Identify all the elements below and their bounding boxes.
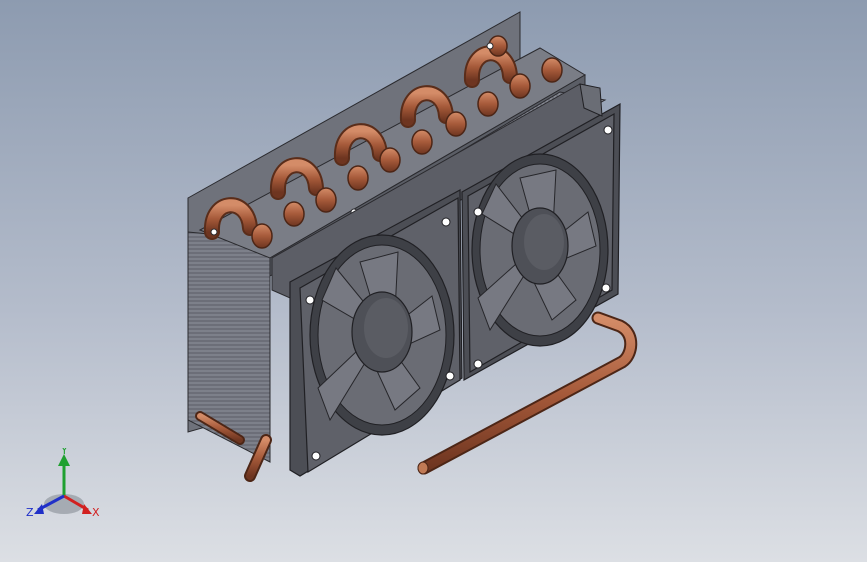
coordinate-triad[interactable]: Y X Z [24,444,104,522]
3d-model[interactable] [0,0,867,562]
graphics-viewport[interactable]: Y X Z [0,0,867,562]
triad-y-label: Y [60,448,68,457]
triad-z-arrow [34,504,44,514]
triad-z-label: Z [26,506,34,519]
triad-x-label: X [92,506,100,519]
